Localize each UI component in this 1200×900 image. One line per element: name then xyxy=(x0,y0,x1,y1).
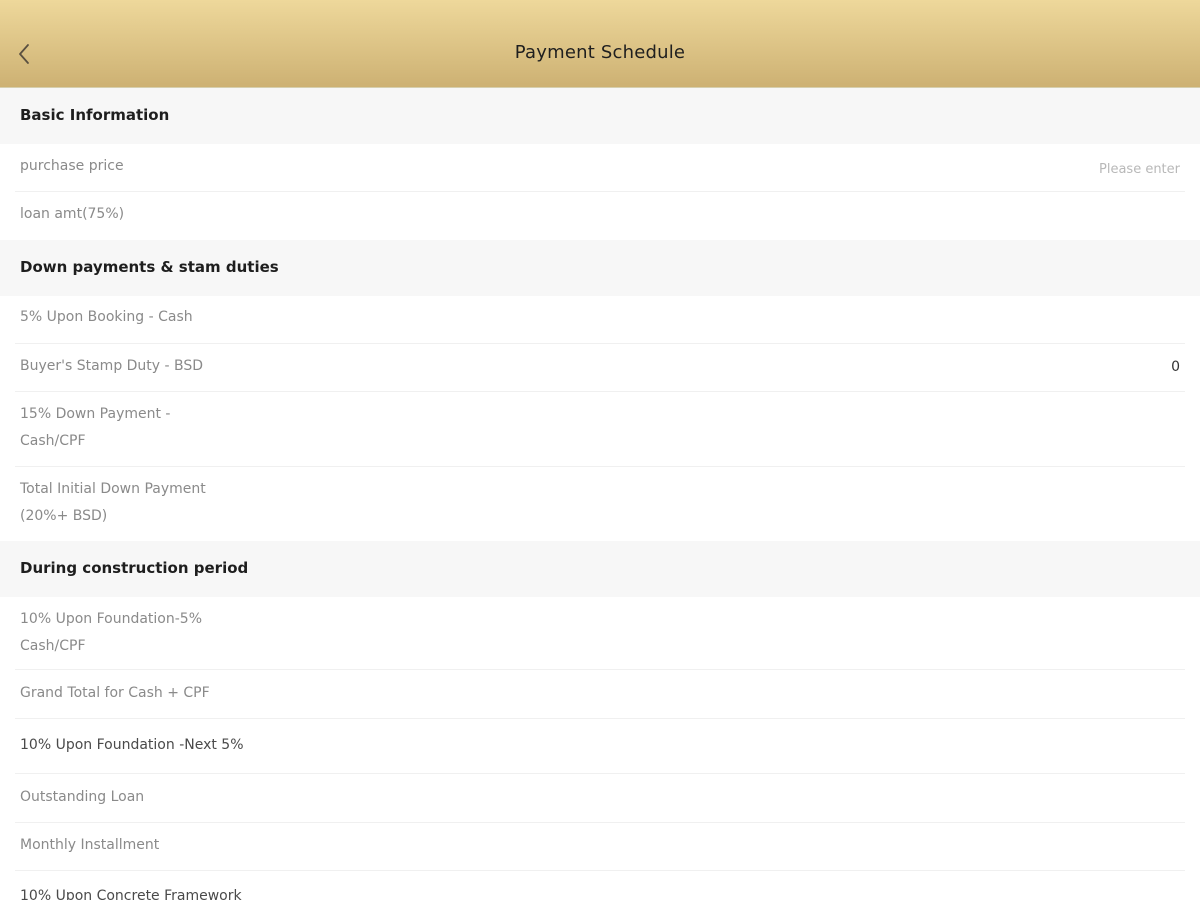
loan-amount-label: loan amt(75%) xyxy=(20,206,125,222)
page-title: Payment Schedule xyxy=(514,42,686,63)
outstanding-loan-row: Outstanding Loan xyxy=(0,774,1200,822)
foundation-next-row: 10% Upon Foundation -Next 5% xyxy=(0,719,1200,773)
foundation-next-label: 10% Upon Foundation -Next 5% xyxy=(20,737,244,753)
nav-header: Payment Schedule xyxy=(0,0,1200,88)
concrete-framework-row: 10% Upon Concrete Framework xyxy=(0,871,1200,900)
bsd-value: 0 xyxy=(1171,359,1180,375)
foundation-5-row: 10% Upon Foundation-5% Cash/CPF xyxy=(0,597,1200,670)
down-payment-label-line2: Cash/CPF xyxy=(20,433,86,449)
outstanding-loan-label: Outstanding Loan xyxy=(20,789,145,805)
bsd-label: Buyer's Stamp Duty - BSD xyxy=(20,358,204,374)
booking-cash-label: 5% Upon Booking - Cash xyxy=(20,309,193,325)
purchase-price-row: purchase price xyxy=(0,144,1200,192)
purchase-price-label: purchase price xyxy=(20,158,124,174)
booking-cash-row: 5% Upon Booking - Cash xyxy=(0,296,1200,344)
down-payment-row: 15% Down Payment - Cash/CPF xyxy=(0,392,1200,467)
loan-amount-row: loan amt(75%) xyxy=(0,192,1200,240)
purchase-price-input[interactable] xyxy=(978,158,1182,180)
grand-total-row: Grand Total for Cash + CPF xyxy=(0,670,1200,718)
total-initial-label-line2: (20%+ BSD) xyxy=(20,508,108,524)
section-header-construction: During construction period xyxy=(0,541,1200,597)
foundation-5-label-line2: Cash/CPF xyxy=(20,638,86,654)
section-header-down-payments: Down payments & stam duties xyxy=(0,240,1200,296)
grand-total-label: Grand Total for Cash + CPF xyxy=(20,685,210,701)
concrete-framework-label: 10% Upon Concrete Framework xyxy=(20,888,242,900)
down-payment-label-line1: 15% Down Payment - xyxy=(20,406,171,422)
total-initial-row: Total Initial Down Payment (20%+ BSD) xyxy=(0,467,1200,541)
section-header-basic-information: Basic Information xyxy=(0,88,1200,144)
foundation-5-label-line1: 10% Upon Foundation-5% xyxy=(20,611,202,627)
monthly-installment-label: Monthly Installment xyxy=(20,837,160,853)
total-initial-label-line1: Total Initial Down Payment xyxy=(20,481,206,497)
monthly-installment-row: Monthly Installment xyxy=(0,823,1200,871)
bsd-row: Buyer's Stamp Duty - BSD 0 xyxy=(0,344,1200,392)
